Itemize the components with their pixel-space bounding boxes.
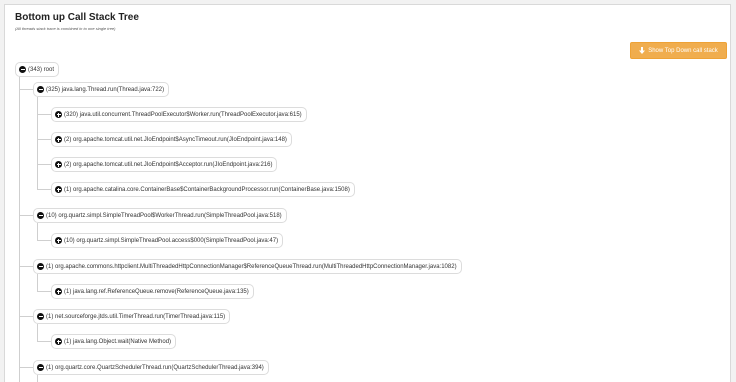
expand-icon[interactable]: [55, 186, 62, 193]
page-subtitle: (All threads stack trace is combined in …: [15, 26, 116, 31]
tree-node[interactable]: (325) java.lang.Thread.run(Thread.java:7…: [33, 82, 170, 97]
expand-icon[interactable]: [55, 136, 62, 143]
tree-connector: [37, 114, 51, 115]
tree-node[interactable]: (1) org.quartz.core.QuartzSchedulerThrea…: [33, 360, 269, 375]
collapse-icon[interactable]: [37, 313, 44, 320]
expand-icon[interactable]: [55, 237, 62, 244]
tree-node-label: (10) org.quartz.simpl.SimpleThreadPool.a…: [64, 237, 279, 244]
tree-node-label: (2) org.apache.tomcat.util.net.JIoEndpoi…: [64, 136, 287, 143]
expand-icon[interactable]: [55, 338, 62, 345]
collapse-icon[interactable]: [37, 364, 44, 371]
tree-node-label: (1) java.lang.ref.ReferenceQueue.remove(…: [64, 288, 249, 295]
tree-node[interactable]: (1) org.apache.catalina.core.ContainerBa…: [51, 182, 355, 197]
tree-connector: [37, 223, 38, 240]
tree-node[interactable]: (2) org.apache.tomcat.util.net.JIoEndpoi…: [51, 157, 278, 172]
tree-connector: [37, 341, 51, 342]
collapse-icon[interactable]: [37, 212, 44, 219]
expand-icon[interactable]: [55, 288, 62, 295]
tree-node-label: (343) root: [28, 66, 55, 73]
tree-connector: [37, 139, 51, 140]
tree-node[interactable]: (10) org.quartz.simpl.SimpleThreadPool.a…: [51, 233, 284, 248]
tree-node[interactable]: (2) org.apache.tomcat.util.net.JIoEndpoi…: [51, 132, 292, 147]
tree-connector: [37, 164, 51, 165]
tree-connector: [19, 73, 20, 382]
tree-connector: [19, 215, 33, 216]
tree-node-label: (325) java.lang.Thread.run(Thread.java:7…: [46, 86, 165, 93]
tree-node[interactable]: (1) java.lang.Object.wait(Native Method): [51, 334, 177, 349]
tree-node[interactable]: (1) org.apache.commons.httpclient.MultiT…: [33, 259, 462, 274]
tree-node[interactable]: (10) org.quartz.simpl.SimpleThreadPool$W…: [33, 208, 287, 223]
show-top-down-button[interactable]: Show Top Down call stack: [630, 42, 727, 59]
tree-connector: [37, 240, 51, 241]
tree-node-label: (10) org.quartz.simpl.SimpleThreadPool$W…: [46, 212, 282, 219]
tree-node[interactable]: (1) net.sourceforge.jtds.util.TimerThrea…: [33, 309, 231, 324]
tree-node[interactable]: (1) java.lang.ref.ReferenceQueue.remove(…: [51, 284, 254, 299]
tree-node[interactable]: (320) java.util.concurrent.ThreadPoolExe…: [51, 107, 307, 122]
expand-icon[interactable]: [55, 161, 62, 168]
tree-node-label: (1) net.sourceforge.jtds.util.TimerThrea…: [46, 313, 226, 320]
tree-node-label: (2) org.apache.tomcat.util.net.JIoEndpoi…: [64, 161, 273, 168]
tree-node-label: (320) java.util.concurrent.ThreadPoolExe…: [64, 111, 302, 118]
tree-node-label: (1) org.apache.commons.httpclient.MultiT…: [46, 263, 457, 270]
arrow-down-icon: [639, 47, 646, 54]
tree-node-label: (1) org.apache.catalina.core.ContainerBa…: [64, 186, 350, 193]
tree-node-root[interactable]: (343) root: [15, 62, 60, 77]
tree-node-label: (1) org.quartz.core.QuartzSchedulerThrea…: [46, 364, 264, 371]
tree-connector: [19, 367, 33, 368]
tree-connector: [37, 189, 51, 190]
tree-node-label: (1) java.lang.Object.wait(Native Method): [64, 338, 172, 345]
collapse-icon[interactable]: [37, 86, 44, 93]
collapse-icon[interactable]: [19, 66, 26, 73]
tree-connector: [37, 291, 51, 292]
expand-icon[interactable]: [55, 111, 62, 118]
tree-connector: [19, 89, 33, 90]
tree-connector: [37, 274, 38, 291]
show-top-down-label: Show Top Down call stack: [648, 47, 718, 54]
page-title: Bottom up Call Stack Tree: [15, 12, 139, 23]
tree-connector: [37, 375, 38, 382]
call-stack-panel: Bottom up Call Stack Tree (All threads s…: [4, 4, 731, 382]
tree-connector: [37, 97, 38, 189]
tree-connector: [19, 266, 33, 267]
collapse-icon[interactable]: [37, 263, 44, 270]
tree-connector: [37, 324, 38, 341]
tree-connector: [19, 316, 33, 317]
